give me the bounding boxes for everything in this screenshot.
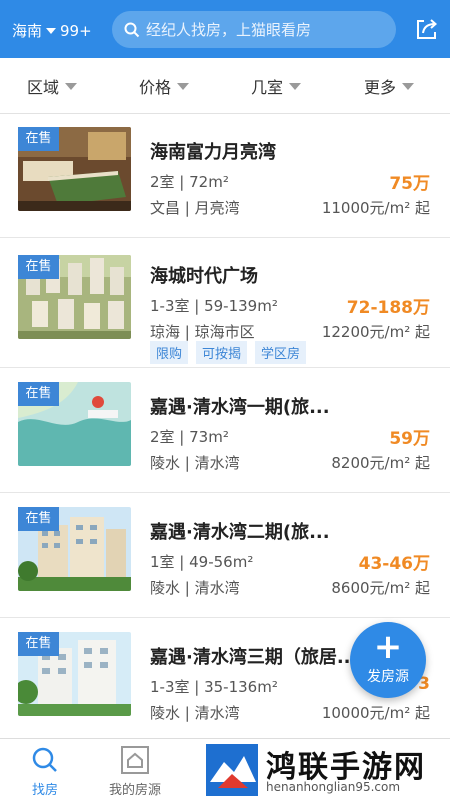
listing-unit-price: 10000元/m² 起 (321, 704, 430, 722)
tab-label: 我的房源 (108, 783, 161, 798)
status-badge: 在售 (18, 255, 59, 279)
listing-tags: 限购 可按揭 学区房 (150, 341, 307, 364)
status-badge: 在售 (18, 507, 59, 531)
plus-icon: + (373, 627, 403, 667)
tag-purchase-limit: 限购 (150, 341, 189, 364)
tag-mortgage: 可按揭 (196, 341, 248, 364)
listing-title: 海城时代广场 (150, 266, 258, 287)
search-placeholder: 经纪人找房，上猫眼看房 (146, 21, 312, 39)
listing-location: 陵水 | 清水湾 (150, 454, 240, 472)
tab-my-listings[interactable]: 我的房源 (90, 739, 180, 800)
house-icon (121, 746, 149, 774)
listing-location: 琼海 | 琼海市区 (150, 323, 255, 341)
listing-price: 43-46万 (358, 554, 430, 574)
listing-item[interactable]: 在售 嘉遇·清水湾二期(旅... 1室 | 49-56m² 43-46万 陵水 … (0, 494, 450, 618)
filter-label: 区域 (27, 78, 60, 97)
listing-item[interactable]: 在售 海南富力月亮湾 2室 | 72m² 75万 文昌 | 月亮湾 11000元… (0, 114, 450, 238)
listing-price: 75万 (389, 174, 430, 194)
listing-location: 陵水 | 清水湾 (150, 704, 240, 722)
tab-label: 找房 (31, 783, 58, 798)
status-badge: 在售 (18, 632, 59, 656)
listing-spec: 1-3室 | 59-139m² (150, 297, 278, 315)
listing-price: 72-188万 (346, 298, 430, 318)
search-input[interactable]: 经纪人找房，上猫眼看房 (112, 11, 396, 48)
triangle-down-icon (177, 82, 190, 90)
top-bar: 海南 99+ 经纪人找房，上猫眼看房 (0, 0, 450, 58)
caret-down-icon (46, 27, 57, 34)
listing-item[interactable]: 在售 嘉遇·清水湾一期(旅... 2室 | 73m² 59万 陵水 | 清水湾 … (0, 369, 450, 493)
listing-spec: 1室 | 49-56m² (150, 553, 254, 571)
listing-spec: 2室 | 72m² (150, 173, 229, 191)
tag-school-district: 学区房 (255, 341, 307, 364)
tab-find-house[interactable]: 找房 (0, 739, 90, 800)
city-selector[interactable]: 海南 99+ (12, 20, 92, 41)
watermark: 鸿联手游网 henanhonglian95.com (200, 740, 450, 800)
listing-unit-price: 8600元/m² 起 (331, 579, 430, 597)
status-badge: 在售 (18, 382, 59, 406)
search-icon (32, 747, 57, 772)
listing-location: 文昌 | 月亮湾 (150, 199, 240, 217)
search-icon (124, 22, 140, 37)
triangle-down-icon (402, 82, 415, 90)
filter-label: 更多 (364, 78, 397, 97)
triangle-down-icon (65, 82, 78, 90)
watermark-url: henanhonglian95.com (266, 780, 401, 794)
listing-title: 嘉遇·清水湾二期(旅... (150, 522, 330, 543)
filter-bar: 区域 价格 几室 更多 (0, 58, 450, 114)
listing-item[interactable]: 在售 海城时代广场 1-3室 | 59-139m² 72-188万 琼海 | 琼… (0, 238, 450, 368)
listing-unit-price: 8200元/m² 起 (331, 454, 430, 472)
listing-spec: 2室 | 73m² (150, 428, 229, 446)
listing-title: 海南富力月亮湾 (150, 142, 276, 163)
listing-price: 59万 (389, 429, 430, 449)
listing-location: 陵水 | 清水湾 (150, 579, 240, 597)
fab-label: 发房源 (367, 669, 409, 685)
filter-rooms[interactable]: 几室 (251, 58, 302, 114)
city-name: 海南 (12, 22, 43, 40)
filter-label: 几室 (251, 78, 284, 97)
filter-label: 价格 (139, 78, 172, 97)
listing-title: 嘉遇·清水湾三期（旅居... (150, 647, 358, 668)
filter-price[interactable]: 价格 (139, 58, 190, 114)
share-icon[interactable] (414, 16, 440, 42)
listing-unit-price: 11000元/m² 起 (321, 199, 430, 217)
listing-unit-price: 12200元/m² 起 (321, 323, 430, 341)
filter-more[interactable]: 更多 (364, 58, 415, 114)
status-badge: 在售 (18, 127, 59, 151)
message-count-badge: 99+ (60, 21, 92, 40)
triangle-down-icon (289, 82, 302, 90)
bull-logo-icon (206, 744, 258, 796)
listing-title: 嘉遇·清水湾一期(旅... (150, 397, 330, 418)
filter-region[interactable]: 区域 (27, 58, 78, 114)
listing-spec: 1-3室 | 35-136m² (150, 678, 278, 696)
post-listing-button[interactable]: + 发房源 (350, 622, 426, 698)
